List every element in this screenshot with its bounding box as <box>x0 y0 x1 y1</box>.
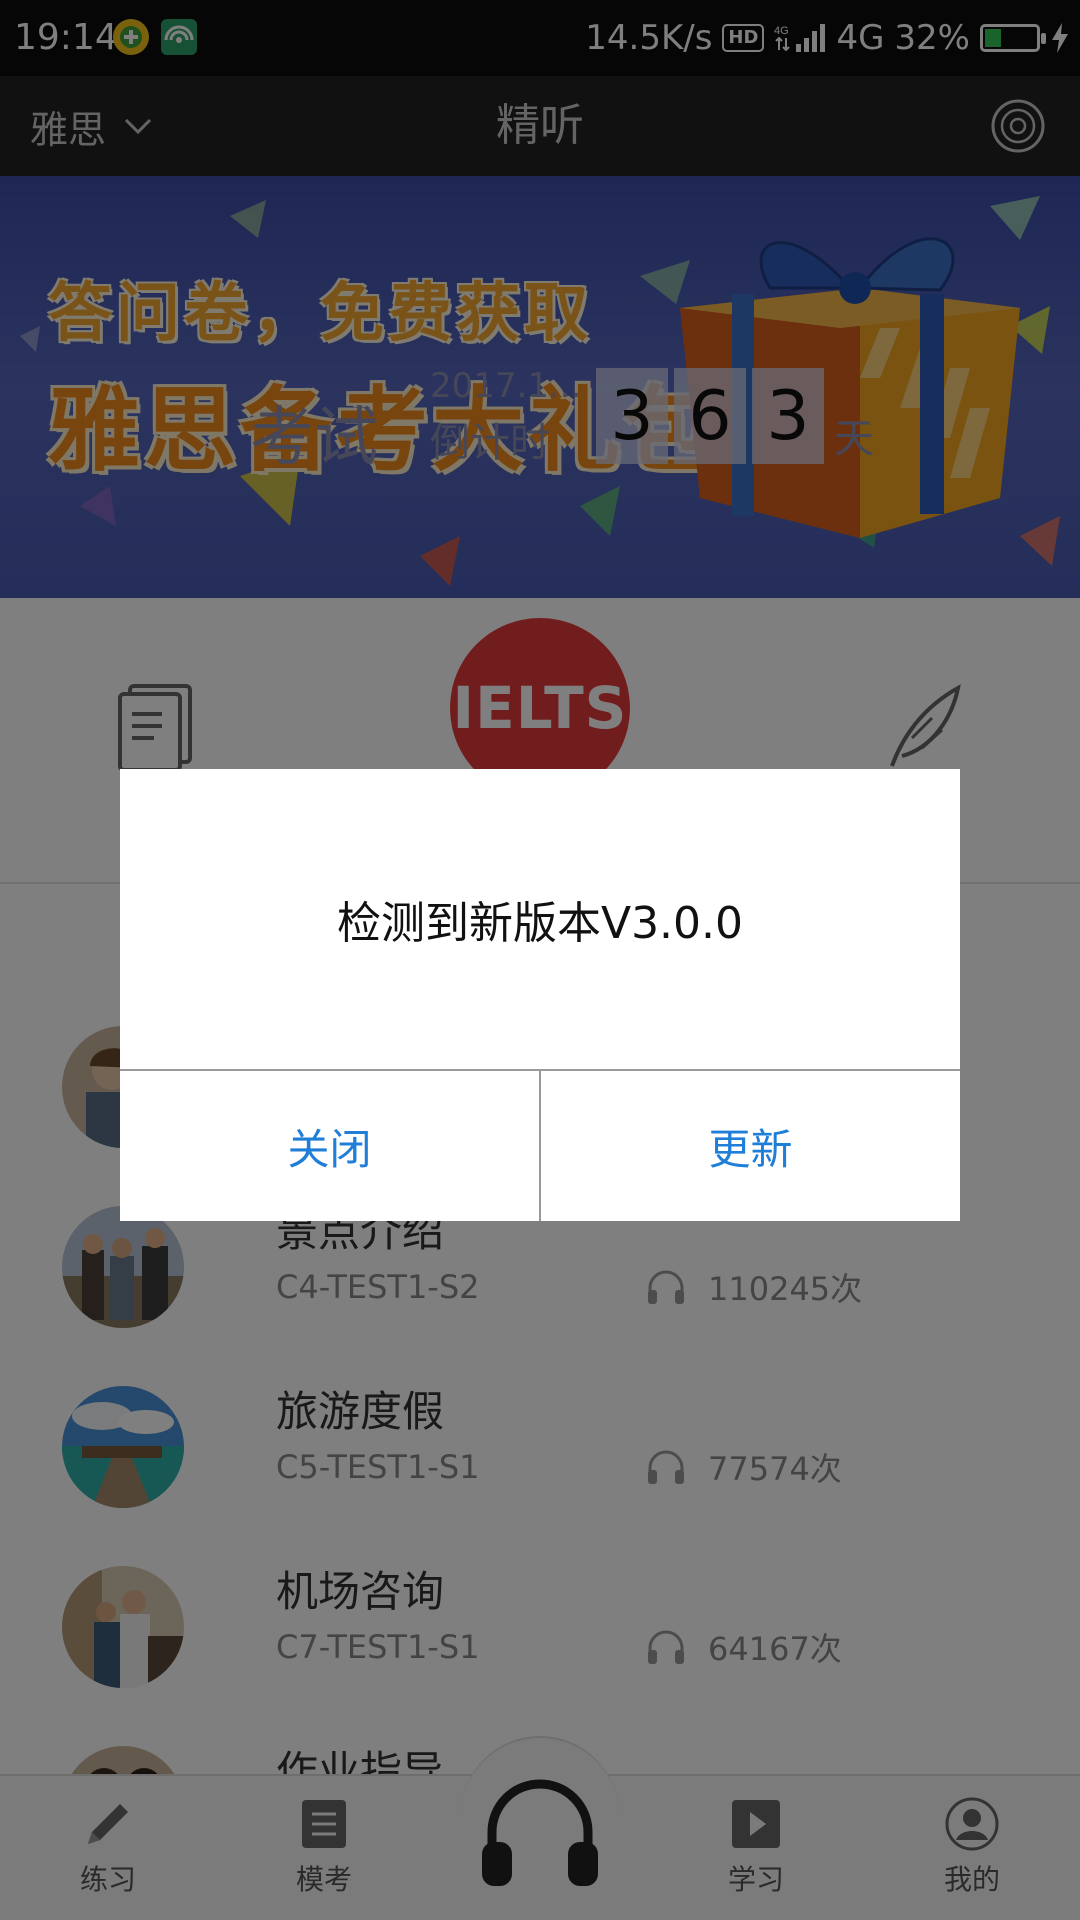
dialog-message: 检测到新版本V3.0.0 <box>336 898 744 949</box>
update-button[interactable]: 更新 <box>541 1071 960 1221</box>
close-button[interactable]: 关闭 <box>120 1071 539 1221</box>
app-screen: 19:14 14.5K/s HD 4G 4G 32% <box>0 0 1080 1920</box>
update-dialog: 检测到新版本V3.0.0 关闭 更新 <box>120 769 960 1221</box>
